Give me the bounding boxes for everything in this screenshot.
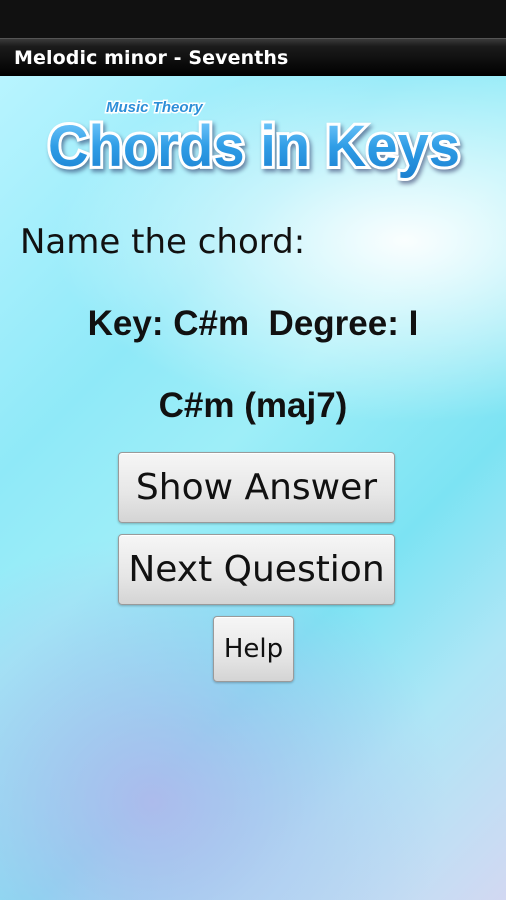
main-content: Music Theory Chords in Keys Name the cho… [0,76,506,900]
chord-answer: C#m (maj7) [158,386,348,425]
app-logo: Music Theory Chords in Keys [45,98,463,183]
status-bar [0,0,506,38]
logo-main-text: Chords in Keys [48,114,460,179]
title-bar: Melodic minor - Sevenths [0,38,506,76]
next-question-button[interactable]: Next Question [118,534,395,605]
show-answer-button[interactable]: Show Answer [118,452,395,523]
key-degree-label: Key: C#m Degree: I [87,304,419,343]
app-screen: Melodic minor - Sevenths Music Theory Ch… [0,0,506,900]
help-button[interactable]: Help [213,616,294,682]
question-prompt: Name the chord: [20,222,306,262]
window-title: Melodic minor - Sevenths [14,47,289,69]
